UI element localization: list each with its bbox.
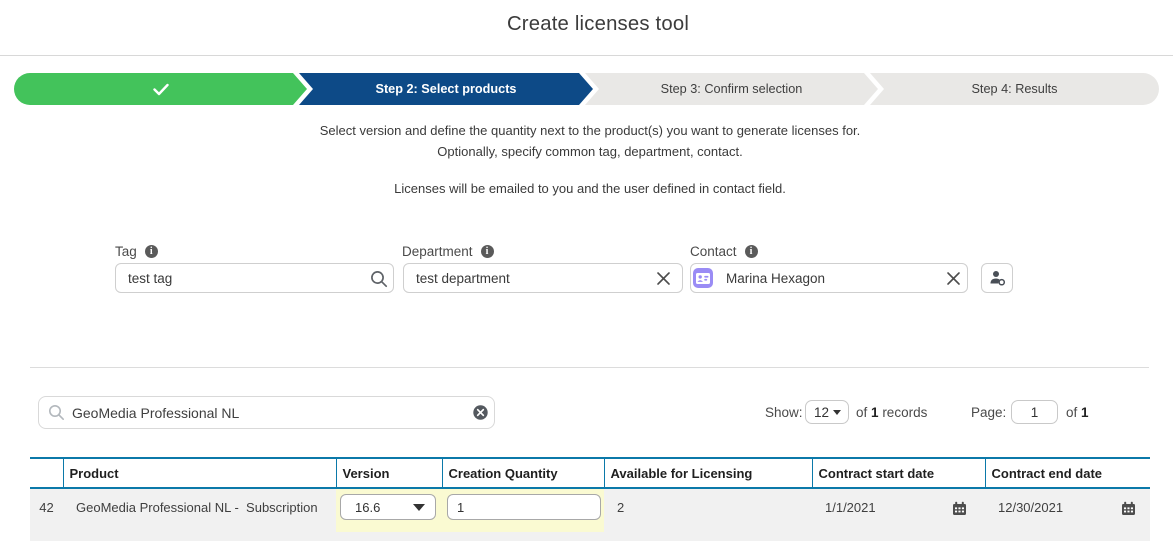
tag-input[interactable]: [115, 263, 394, 293]
section-divider: [30, 367, 1149, 368]
department-label-text: Department: [402, 244, 473, 259]
page-summary: of 1: [1066, 405, 1089, 420]
contract-end-date-value: 12/30/2021: [998, 500, 1064, 515]
product-search-box: [38, 396, 495, 429]
cell-product: GeoMedia Professional NL - Subscription: [63, 488, 336, 541]
stepper-step-3[interactable]: Step 3: Confirm selection: [585, 73, 878, 105]
department-input[interactable]: [403, 263, 683, 293]
page-of-text: of: [1066, 405, 1078, 420]
page-size-value: 12: [814, 404, 830, 420]
stepper-step-4-label: Step 4: Results: [971, 82, 1058, 96]
version-select[interactable]: 16.6: [340, 494, 436, 520]
department-field-label: Department i: [402, 244, 494, 259]
contact-input[interactable]: [690, 263, 968, 293]
header-divider: [0, 55, 1173, 56]
page-input[interactable]: [1011, 400, 1058, 424]
contract-start-date-value: 1/1/2021: [825, 500, 876, 515]
header-contract-start-date[interactable]: Contract start date: [811, 457, 985, 489]
cell-contract-start-date: 1/1/2021: [812, 488, 985, 541]
header-available-for-licensing[interactable]: Available for Licensing: [603, 457, 812, 489]
records-count: 1: [871, 405, 879, 420]
contact-field-label: Contact i: [690, 244, 758, 259]
product-search-input[interactable]: [39, 397, 494, 428]
cell-row-number: 42: [30, 488, 63, 541]
instruction-line-2: Optionally, specify common tag, departme…: [437, 144, 743, 159]
page-title: Create licenses tool: [506, 13, 690, 35]
clear-x-icon[interactable]: [946, 271, 961, 286]
calendar-icon[interactable]: [952, 501, 967, 519]
create-licenses-tool-page: Create licenses tool Step 2: Select prod…: [0, 0, 1173, 541]
cell-available-for-licensing: 2: [604, 488, 812, 541]
info-icon[interactable]: i: [144, 245, 158, 258]
stepper-step-2[interactable]: Step 2: Select products: [299, 73, 593, 105]
checkmark-icon: [153, 83, 169, 96]
table-row: 42 GeoMedia Professional NL - Subscripti…: [30, 488, 1150, 541]
records-summary: of 1 records: [856, 405, 927, 420]
header-version[interactable]: Version: [335, 457, 442, 489]
search-icon[interactable]: [370, 270, 388, 288]
show-label: Show:: [765, 405, 803, 420]
products-table: Product Version Creation Quantity Availa…: [30, 457, 1150, 541]
stepper-step-4[interactable]: Step 4: Results: [870, 73, 1159, 105]
creation-quantity-input[interactable]: [447, 494, 601, 520]
header-product[interactable]: Product: [62, 457, 336, 489]
tag-label-text: Tag: [115, 244, 137, 259]
header-row-number: [30, 457, 63, 489]
page-total: 1: [1081, 405, 1089, 420]
instruction-line-1: Select version and define the quantity n…: [319, 123, 861, 138]
contact-label-text: Contact: [690, 244, 737, 259]
calendar-icon[interactable]: [1121, 501, 1136, 519]
user-settings-icon: [989, 270, 1006, 286]
instruction-line-3: Licenses will be emailed to you and the …: [394, 181, 786, 196]
clear-x-icon[interactable]: [656, 271, 671, 286]
circle-clear-icon[interactable]: [473, 405, 488, 420]
version-value: 16.6: [355, 499, 381, 515]
page-label: Page:: [971, 405, 1007, 420]
contact-card-icon: [693, 268, 713, 288]
stepper-step-1-completed[interactable]: [14, 73, 307, 105]
cell-version: 16.6: [336, 488, 442, 541]
header-creation-quantity[interactable]: Creation Quantity: [441, 457, 604, 489]
assign-user-button[interactable]: [981, 263, 1013, 293]
records-of-text: of: [856, 405, 868, 420]
tag-field-label: Tag i: [115, 244, 158, 259]
chevron-down-icon: [413, 503, 425, 511]
cell-contract-end-date: 12/30/2021: [985, 488, 1150, 541]
stepper-step-3-label: Step 3: Confirm selection: [660, 82, 803, 96]
header-contract-end-date[interactable]: Contract end date: [984, 457, 1150, 489]
page-size-select[interactable]: 12: [805, 400, 849, 424]
table-header-row: Product Version Creation Quantity Availa…: [30, 457, 1150, 489]
search-icon: [48, 404, 65, 421]
chevron-down-icon: [833, 409, 841, 415]
cell-creation-quantity: [442, 488, 604, 541]
info-icon[interactable]: i: [480, 245, 494, 258]
info-icon[interactable]: i: [744, 245, 758, 258]
records-text: records: [882, 405, 928, 420]
stepper-step-2-label: Step 2: Select products: [375, 82, 517, 96]
